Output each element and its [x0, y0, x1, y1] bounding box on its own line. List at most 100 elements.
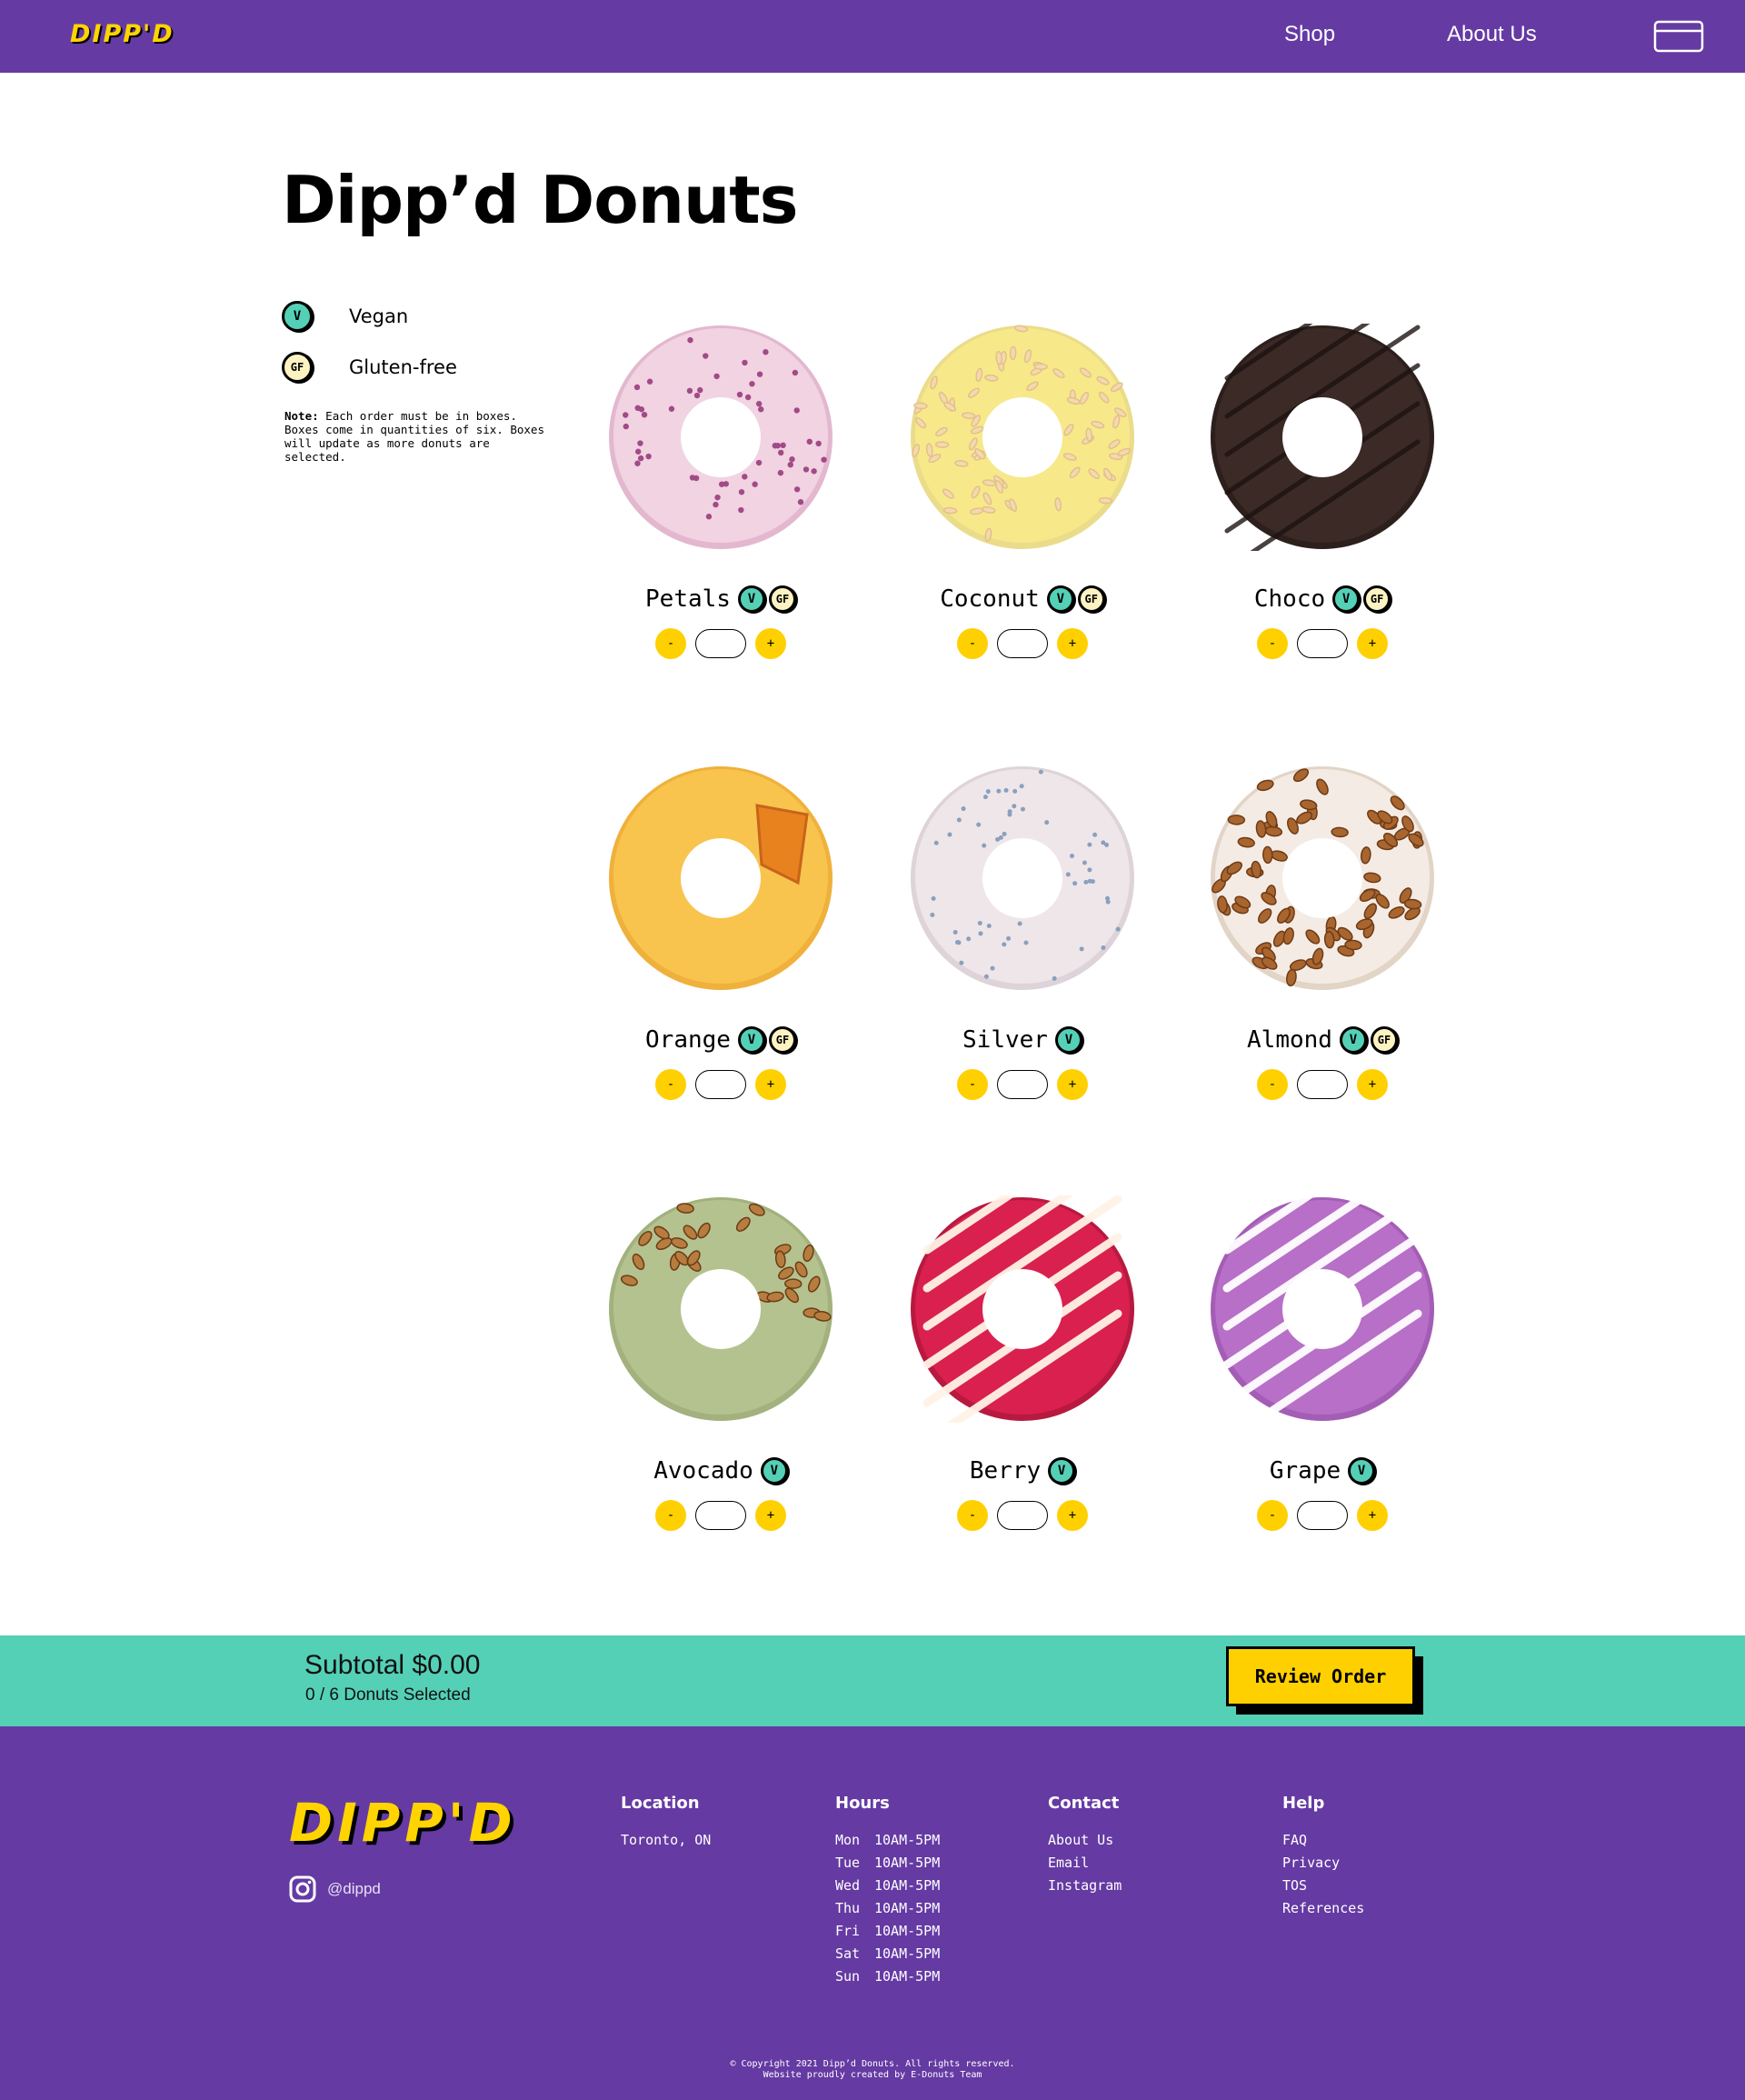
footer-link-references[interactable]: References — [1282, 1897, 1364, 1920]
gluten-free-badge-icon: GF — [1370, 1026, 1398, 1054]
donut-name: Petals — [645, 585, 731, 613]
location-text: Toronto, ON — [621, 1832, 712, 1848]
legend-vegan: V Vegan — [282, 301, 408, 332]
gluten-free-badge-icon: GF — [768, 585, 796, 613]
decrement-button[interactable]: - — [655, 1500, 686, 1531]
hours-row: Wed 10AM-5PM — [835, 1875, 940, 1897]
nav-logo[interactable]: DIPP'D — [70, 20, 174, 48]
increment-button[interactable]: + — [755, 1069, 786, 1100]
quantity-input[interactable] — [997, 629, 1048, 658]
cart-box-icon[interactable] — [1653, 20, 1704, 53]
vegan-badge-icon: V — [737, 585, 765, 613]
quantity-input[interactable] — [695, 1070, 746, 1099]
donut-card: Berry V - + — [872, 1195, 1172, 1541]
instagram-link[interactable]: @dippd — [289, 1875, 381, 1903]
donut-image — [1211, 324, 1434, 551]
donut-name: Grape — [1269, 1457, 1341, 1485]
quantity-stepper: - + — [571, 1069, 871, 1100]
quantity-input[interactable] — [695, 1501, 746, 1530]
donuts-selected-count: 0 / 6 Donuts Selected — [305, 1685, 471, 1705]
increment-button[interactable]: + — [1357, 628, 1388, 659]
donut-name-row: Orange V GF — [571, 1026, 871, 1054]
donut-image — [911, 1195, 1134, 1423]
note-label: Note: — [284, 409, 319, 423]
donut-name-row: Avocado V — [571, 1457, 871, 1485]
footer-link-privacy[interactable]: Privacy — [1282, 1852, 1364, 1875]
hours-time: 10AM-5PM — [874, 1855, 941, 1871]
hours-time: 10AM-5PM — [874, 1877, 941, 1894]
donut-name: Silver — [962, 1026, 1048, 1054]
hours-time: 10AM-5PM — [874, 1923, 941, 1939]
vegan-badge-icon: V — [1046, 585, 1074, 613]
quantity-input[interactable] — [695, 629, 746, 658]
increment-button[interactable]: + — [1357, 1500, 1388, 1531]
credit-text: Website proudly created by E-Donuts Team — [763, 2070, 982, 2080]
quantity-input[interactable] — [997, 1501, 1048, 1530]
subtotal-bar: Subtotal $0.00 0 / 6 Donuts Selected Rev… — [0, 1635, 1745, 1726]
hours-day: Mon — [835, 1832, 861, 1848]
footer-link-instagram[interactable]: Instagram — [1048, 1875, 1122, 1897]
hours-row: Fri 10AM-5PM — [835, 1920, 940, 1943]
footer: DIPP'D @dippd Location Toronto, ON Hours… — [0, 1726, 1745, 2100]
quantity-input[interactable] — [1297, 1070, 1348, 1099]
increment-button[interactable]: + — [755, 1500, 786, 1531]
donut-image — [1211, 1195, 1434, 1423]
hours-time: 10AM-5PM — [874, 1968, 941, 1985]
increment-button[interactable]: + — [1057, 1500, 1088, 1531]
nav-link-shop[interactable]: Shop — [1284, 22, 1335, 47]
donut-name-row: Coconut V GF — [872, 585, 1172, 613]
nav-link-about-us[interactable]: About Us — [1447, 22, 1537, 47]
increment-button[interactable]: + — [755, 628, 786, 659]
donut-card: Silver V - + — [872, 765, 1172, 1110]
instagram-handle[interactable]: @dippd — [327, 1880, 381, 1898]
donut-image — [911, 766, 1134, 990]
copyright: © Copyright 2021 Dipp’d Donuts. All righ… — [0, 2059, 1745, 2081]
vegan-badge-icon: V — [1332, 585, 1361, 613]
quantity-stepper: - + — [571, 1500, 871, 1531]
decrement-button[interactable]: - — [655, 1069, 686, 1100]
footer-heading-help: Help — [1282, 1794, 1325, 1813]
top-nav: DIPP'D Shop About Us — [0, 0, 1745, 73]
decrement-button[interactable]: - — [1257, 1500, 1288, 1531]
footer-link-email[interactable]: Email — [1048, 1852, 1122, 1875]
donut-name: Choco — [1253, 585, 1326, 613]
hours-day: Wed — [835, 1877, 861, 1894]
donut-name-row: Petals V GF — [571, 585, 871, 613]
donut-card: Orange V GF - + — [571, 765, 871, 1110]
footer-help: Help FAQ Privacy TOS References — [1282, 1794, 1364, 1920]
donut-image — [609, 766, 833, 990]
quantity-input[interactable] — [1297, 1501, 1348, 1530]
order-note: Note: Each order must be in boxes. Boxes… — [284, 409, 548, 464]
vegan-badge-icon: V — [1048, 1457, 1076, 1485]
decrement-button[interactable]: - — [957, 1069, 988, 1100]
hours-row: Sat 10AM-5PM — [835, 1943, 940, 1965]
gluten-free-badge-icon: GF — [1077, 585, 1105, 613]
footer-link-about-us[interactable]: About Us — [1048, 1829, 1122, 1852]
decrement-button[interactable]: - — [1257, 1069, 1288, 1100]
vegan-badge-icon: V — [1339, 1026, 1367, 1054]
donut-card: Grape V - + — [1172, 1195, 1472, 1541]
footer-link-faq[interactable]: FAQ — [1282, 1829, 1364, 1852]
decrement-button[interactable]: - — [655, 628, 686, 659]
increment-button[interactable]: + — [1057, 1069, 1088, 1100]
hours-list: Mon 10AM-5PM Tue 10AM-5PM Wed 10AM-5PM Thu 10AM… — [835, 1829, 940, 1988]
decrement-button[interactable]: - — [1257, 628, 1288, 659]
decrement-button[interactable]: - — [957, 628, 988, 659]
increment-button[interactable]: + — [1057, 628, 1088, 659]
quantity-stepper: - + — [571, 628, 871, 659]
footer-link-tos[interactable]: TOS — [1282, 1875, 1364, 1897]
decrement-button[interactable]: - — [957, 1500, 988, 1531]
review-order-button[interactable]: Review Order — [1226, 1646, 1415, 1706]
instagram-icon[interactable] — [289, 1875, 316, 1903]
quantity-stepper: - + — [1172, 628, 1472, 659]
footer-logo[interactable]: DIPP'D — [289, 1792, 517, 1854]
hours-row: Sun 10AM-5PM — [835, 1965, 940, 1988]
quantity-input[interactable] — [1297, 629, 1348, 658]
vegan-badge-icon: V — [737, 1026, 765, 1054]
quantity-stepper: - + — [1172, 1069, 1472, 1100]
page-title: Dipp’d Donuts — [282, 162, 798, 238]
increment-button[interactable]: + — [1357, 1069, 1388, 1100]
quantity-input[interactable] — [997, 1070, 1048, 1099]
gluten-free-badge-icon: GF — [768, 1026, 796, 1054]
vegan-badge-icon: V — [282, 301, 313, 332]
